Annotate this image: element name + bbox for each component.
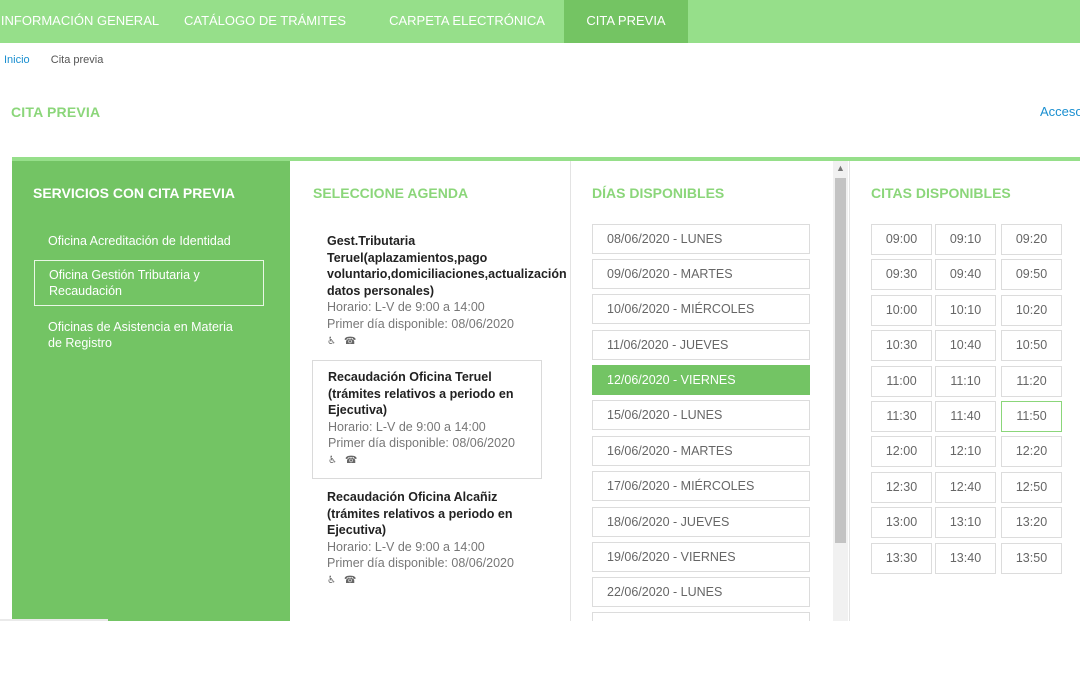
- day-slot[interactable]: 15/06/2020 - LUNES: [592, 400, 810, 430]
- time-slot[interactable]: 09:40: [935, 259, 996, 290]
- agenda-first-day: Primer día disponible: 08/06/2020: [327, 316, 514, 331]
- day-slot[interactable]: 16/06/2020 - MARTES: [592, 436, 810, 466]
- agenda-item[interactable]: Gest.Tributaria Teruel(aplazamientos,pag…: [312, 233, 567, 350]
- breadcrumb: Inicio Cita previa: [4, 54, 103, 66]
- bottom-strip: [0, 619, 108, 621]
- day-slot[interactable]: 11/06/2020 - JUEVES: [592, 330, 810, 360]
- access-link[interactable]: Acceso: [1040, 104, 1080, 119]
- service-item-acreditacion[interactable]: Oficina Acreditación de Identidad: [34, 233, 264, 249]
- time-slot[interactable]: 13:30: [871, 543, 932, 574]
- day-slot[interactable]: 22/06/2020 - LUNES: [592, 577, 810, 607]
- nav-carpeta-electronica[interactable]: CARPETA ELECTRÓNICA: [370, 0, 564, 43]
- time-slot[interactable]: 10:30: [871, 330, 932, 361]
- agenda-panel: SELECCIONE AGENDA Gest.Tributaria Teruel…: [290, 161, 571, 621]
- time-slot[interactable]: 13:10: [935, 507, 996, 538]
- time-slot[interactable]: 12:40: [935, 472, 996, 503]
- wheelchair-icon: ♿: [327, 335, 336, 347]
- time-slot[interactable]: 11:10: [935, 366, 996, 397]
- time-slot[interactable]: 10:10: [935, 295, 996, 326]
- nav-catalogo-tramites[interactable]: CATÁLOGO DE TRÁMITES: [160, 0, 370, 43]
- time-slot[interactable]: 10:00: [871, 295, 932, 326]
- days-scrollbar-thumb[interactable]: [835, 178, 846, 543]
- agenda-schedule: Horario: L-V de 9:00 a 14:00: [327, 300, 485, 315]
- day-slot[interactable]: 08/06/2020 - LUNES: [592, 224, 810, 254]
- slots-panel: CITAS DISPONIBLES 09:00 09:10 09:20 09:30 09…: [849, 161, 1080, 621]
- top-navigation: INFORMACIÓN GENERAL CATÁLOGO DE TRÁMITES…: [0, 0, 1080, 43]
- page-title: CITA PREVIA: [11, 104, 101, 120]
- nav-informacion-general[interactable]: INFORMACIÓN GENERAL: [0, 0, 160, 43]
- day-slot[interactable]: 18/06/2020 - JUEVES: [592, 507, 810, 537]
- service-item-gestion-tributaria[interactable]: Oficina Gestión Tributaria y Recaudación: [34, 260, 264, 306]
- agenda-schedule: Horario: L-V de 9:00 a 14:00: [327, 539, 485, 554]
- time-slot[interactable]: 13:40: [935, 543, 996, 574]
- day-slot-selected[interactable]: 12/06/2020 - VIERNES: [592, 365, 810, 395]
- day-slot[interactable]: 09/06/2020 - MARTES: [592, 259, 810, 289]
- slots-heading: CITAS DISPONIBLES: [871, 185, 1011, 201]
- time-slot[interactable]: 09:50: [1001, 259, 1062, 290]
- time-slot[interactable]: 09:00: [871, 224, 932, 255]
- agenda-name: Recaudación Oficina Alcañiz (trámites re…: [327, 490, 513, 538]
- agenda-name: Recaudación Oficina Teruel (trámites rel…: [328, 370, 514, 418]
- time-slot[interactable]: 11:20: [1001, 366, 1062, 397]
- agenda-first-day: Primer día disponible: 08/06/2020: [328, 436, 515, 451]
- days-heading: DÍAS DISPONIBLES: [592, 185, 725, 201]
- time-slot[interactable]: 13:20: [1001, 507, 1062, 538]
- agenda-item[interactable]: Recaudación Oficina Teruel (trámites rel…: [312, 360, 542, 479]
- breadcrumb-home-link[interactable]: Inicio: [4, 54, 30, 66]
- time-slot[interactable]: 09:20: [1001, 224, 1062, 255]
- time-slot[interactable]: 13:00: [871, 507, 932, 538]
- time-slot[interactable]: 12:50: [1001, 472, 1062, 503]
- time-slot[interactable]: 09:30: [871, 259, 932, 290]
- time-slot[interactable]: 10:20: [1001, 295, 1062, 326]
- phone-icon: ☎: [343, 574, 357, 586]
- services-panel: SERVICIOS CON CITA PREVIA Oficina Acredi…: [12, 161, 290, 621]
- wheelchair-icon: ♿: [327, 574, 336, 586]
- days-panel: DÍAS DISPONIBLES 08/06/2020 - LUNES 09/0…: [570, 161, 850, 621]
- phone-icon: ☎: [343, 335, 357, 347]
- nav-cita-previa[interactable]: CITA PREVIA: [564, 0, 688, 43]
- agenda-heading: SELECCIONE AGENDA: [313, 185, 469, 201]
- day-slot[interactable]: [592, 612, 810, 621]
- service-item-asistencia-registro[interactable]: Oficinas de Asistencia en Materia de Reg…: [34, 319, 264, 351]
- time-slot[interactable]: 11:00: [871, 366, 932, 397]
- time-slot[interactable]: 12:20: [1001, 436, 1062, 467]
- agenda-schedule: Horario: L-V de 9:00 a 14:00: [328, 419, 486, 434]
- phone-icon: ☎: [344, 454, 358, 466]
- time-slot[interactable]: 10:40: [935, 330, 996, 361]
- time-slot[interactable]: 13:50: [1001, 543, 1062, 574]
- time-slot[interactable]: 09:10: [935, 224, 996, 255]
- services-heading: SERVICIOS CON CITA PREVIA: [33, 185, 235, 201]
- time-slot[interactable]: 12:00: [871, 436, 932, 467]
- wheelchair-icon: ♿: [328, 454, 337, 466]
- day-slot[interactable]: 19/06/2020 - VIERNES: [592, 542, 810, 572]
- time-slot[interactable]: 10:50: [1001, 330, 1062, 361]
- day-slot[interactable]: 10/06/2020 - MIÉRCOLES: [592, 294, 810, 324]
- time-slot-selected[interactable]: 11:50: [1001, 401, 1062, 432]
- time-slot[interactable]: 11:40: [935, 401, 996, 432]
- day-slot[interactable]: 17/06/2020 - MIÉRCOLES: [592, 471, 810, 501]
- time-slot[interactable]: 12:10: [935, 436, 996, 467]
- scroll-up-arrow-icon[interactable]: ▲: [833, 161, 848, 176]
- agenda-first-day: Primer día disponible: 08/06/2020: [327, 556, 514, 571]
- breadcrumb-current: Cita previa: [50, 54, 104, 66]
- time-slot[interactable]: 12:30: [871, 472, 932, 503]
- time-slot[interactable]: 11:30: [871, 401, 932, 432]
- agenda-item[interactable]: Recaudación Oficina Alcañiz (trámites re…: [312, 489, 542, 590]
- agenda-name: Gest.Tributaria Teruel(aplazamientos,pag…: [327, 234, 567, 298]
